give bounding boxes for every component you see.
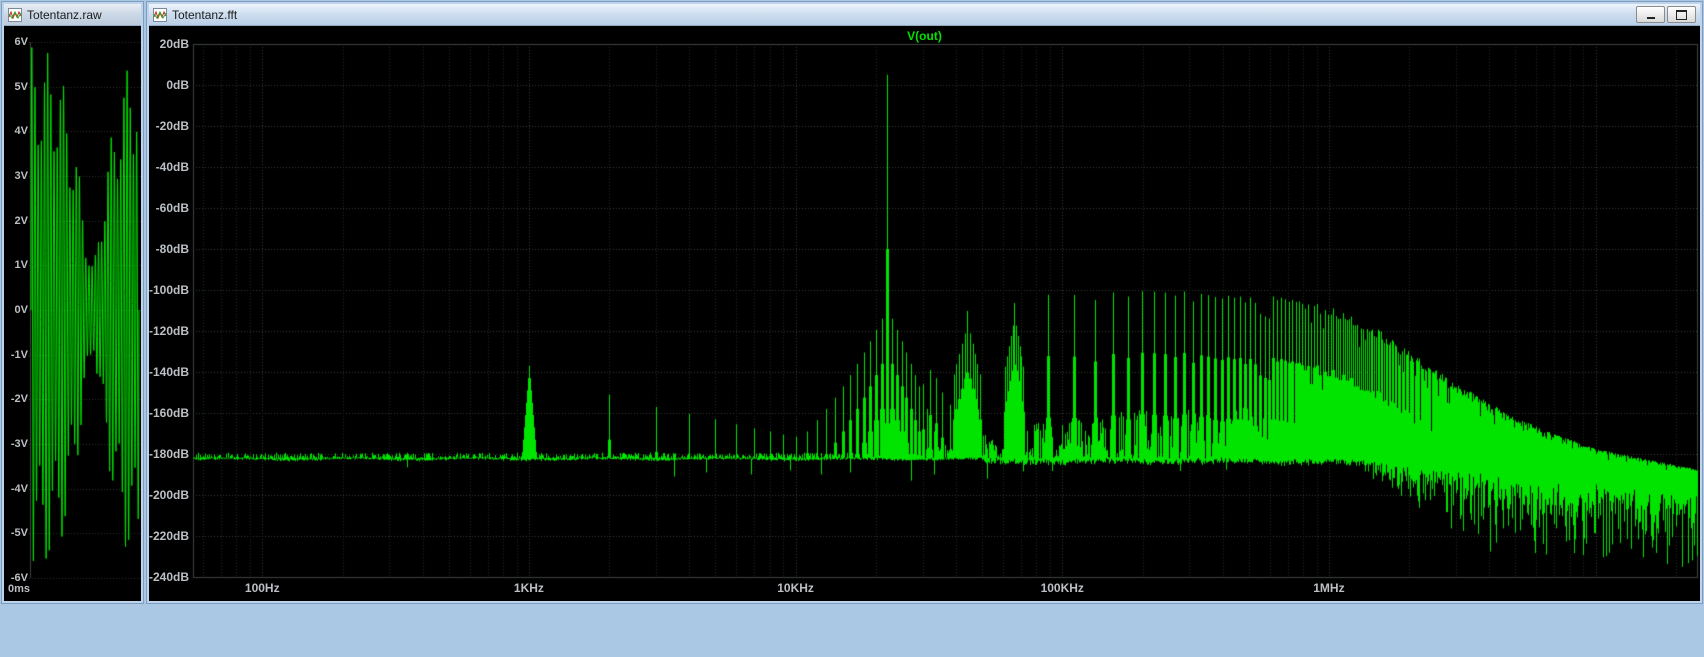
waveform-window-icon: [153, 7, 167, 22]
maximize-icon: [1676, 9, 1687, 20]
window-title-fft: Totentanz.fft: [172, 7, 238, 22]
waveform-window-icon: [8, 7, 22, 22]
minimize-icon: [1646, 16, 1655, 19]
window-controls: [1636, 6, 1696, 23]
ltspice-mdi-desktop: Totentanz.raw 6V 5V 4V 3V 2V 1V 0V -1V -2V -3V -4V…: [0, 0, 1704, 657]
window-totentanz-raw: Totentanz.raw 6V 5V 4V 3V 2V 1V 0V -1V -2V -3V -4V…: [1, 1, 144, 604]
raw-plot-pane[interactable]: 6V 5V 4V 3V 2V 1V 0V -1V -2V -3V -4V -5V -6V 0ms: [4, 26, 141, 601]
titlebar-totentanz-raw[interactable]: Totentanz.raw: [4, 4, 141, 26]
titlebar-totentanz-fft[interactable]: Totentanz.fft: [149, 4, 1700, 26]
raw-waveform-canvas[interactable]: [4, 26, 141, 601]
fft-plot-pane[interactable]: V(out) 20dB 0dB -20dB -40dB -60dB -80dB -100dB…: [149, 26, 1700, 601]
minimize-button[interactable]: [1636, 6, 1665, 23]
window-title-raw: Totentanz.raw: [27, 7, 102, 22]
fft-plot-canvas[interactable]: [149, 26, 1700, 601]
maximize-button[interactable]: [1667, 6, 1696, 23]
window-totentanz-fft: Totentanz.fft V(out) 20dB 0dB -20dB -40dB -6…: [146, 1, 1703, 604]
